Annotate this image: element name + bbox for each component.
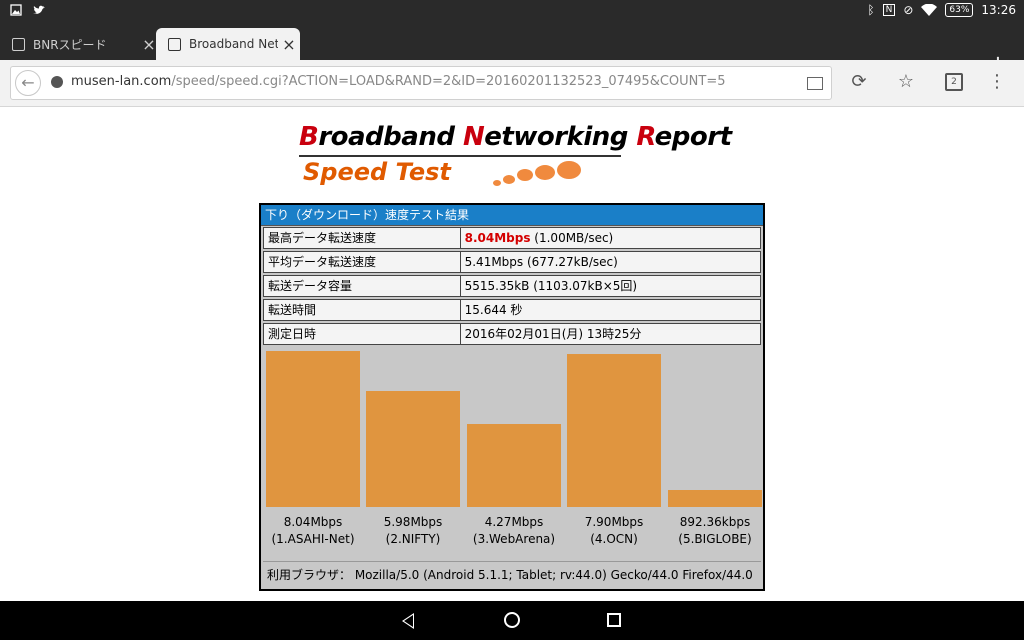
- web-page: Broadband Networking Report Speed Test 下…: [0, 107, 1024, 601]
- logo-dot: [493, 180, 501, 186]
- result-row: 平均データ転送速度 5.41Mbps (677.27kB/sec): [263, 251, 761, 273]
- bar-category-label: (5.BIGLOBE): [678, 532, 752, 546]
- row-label: 測定日時: [263, 323, 461, 345]
- logo-title: Broadband Networking Report: [299, 122, 732, 152]
- nav-back-icon[interactable]: [402, 613, 414, 629]
- bar-category-label: (1.ASAHI-Net): [271, 532, 355, 546]
- gallery-icon: [10, 4, 22, 16]
- tab-favicon: [168, 37, 181, 51]
- bar-value-label: 4.27Mbps: [484, 515, 544, 529]
- nav-home-icon[interactable]: [504, 612, 520, 628]
- bar-value-label: 8.04Mbps: [283, 515, 343, 529]
- globe-icon: [51, 76, 63, 88]
- wifi-icon: [921, 4, 938, 16]
- bookmark-star-icon[interactable]: ☆: [894, 70, 918, 94]
- row-label: 転送データ容量: [263, 275, 461, 297]
- back-arrow-icon[interactable]: ←: [15, 70, 41, 96]
- result-row: 転送データ容量 5515.35kB (1103.07kB×5回): [263, 275, 761, 297]
- bar-value-label: 5.98Mbps: [383, 515, 443, 529]
- tab-count-icon[interactable]: 2: [945, 73, 963, 91]
- result-heading: 下り（ダウンロード）速度テスト結果: [261, 205, 763, 226]
- address-bar[interactable]: ← musen-lan.com/speed/speed.cgi?ACTION=L…: [10, 66, 832, 100]
- reload-icon[interactable]: ⟳: [847, 70, 871, 94]
- bluetooth-icon: ᛒ: [867, 3, 875, 17]
- nav-recents-icon[interactable]: [607, 613, 621, 627]
- logo-dot: [503, 175, 515, 184]
- result-row: 転送時間 15.644 秒: [263, 299, 761, 321]
- tab-title: BNRスピード: [33, 37, 107, 52]
- speed-test-result: 下り（ダウンロード）速度テスト結果 最高データ転送速度 8.04Mbps (1.…: [259, 203, 765, 591]
- bar-value-label: 892.36kbps: [679, 515, 751, 529]
- chart-bar: [467, 424, 561, 507]
- row-label: 最高データ転送速度: [263, 227, 461, 249]
- chart-bar: [266, 351, 360, 507]
- result-row: 最高データ転送速度 8.04Mbps (1.00MB/sec): [263, 227, 761, 249]
- row-value: 15.644 秒: [459, 299, 761, 321]
- url-domain: musen-lan.com: [71, 74, 172, 89]
- chart-bar: [366, 391, 460, 507]
- logo-rule: [299, 155, 621, 157]
- twitter-icon: [33, 5, 45, 14]
- row-label: 転送時間: [263, 299, 461, 321]
- clock: 13:26: [981, 3, 1016, 17]
- do-not-disturb-icon: ⊘: [903, 3, 914, 17]
- tab-title: Broadband Netw: [189, 37, 278, 51]
- menu-icon[interactable]: ⋮: [985, 70, 1009, 94]
- logo-dot: [517, 169, 533, 181]
- row-value: 2016年02月01日(月) 13時25分: [459, 323, 761, 345]
- url-path: /speed/speed.cgi?ACTION=LOAD&RAND=2&ID=2…: [171, 74, 726, 89]
- browser-info: 利用ブラウザ： Mozilla/5.0 (Android 5.1.1; Tabl…: [263, 561, 761, 587]
- bar-value-label: 7.90Mbps: [584, 515, 644, 529]
- tab-strip: BNRスピード × Broadband Netw × +: [0, 24, 1024, 76]
- row-label: 平均データ転送速度: [263, 251, 461, 273]
- chart-bar: [567, 354, 661, 507]
- chart-bar: [668, 490, 762, 507]
- site-logo: Broadband Networking Report Speed Test: [299, 122, 732, 186]
- browser-toolbar: ← musen-lan.com/speed/speed.cgi?ACTION=L…: [0, 60, 1024, 107]
- battery-indicator: 63%: [945, 3, 974, 17]
- bar-category-label: (3.WebArena): [472, 532, 556, 546]
- max-speed-value: 8.04Mbps: [464, 231, 531, 245]
- bar-category-label: (4.OCN): [590, 532, 638, 546]
- android-nav-bar: [0, 601, 1024, 640]
- url-text[interactable]: musen-lan.com/speed/speed.cgi?ACTION=LOA…: [71, 74, 725, 89]
- bar-category-label: (2.NIFTY): [385, 532, 441, 546]
- reader-view-icon[interactable]: [807, 77, 823, 90]
- tab-broadband-networking[interactable]: Broadband Netw ×: [156, 28, 300, 60]
- logo-dot: [535, 165, 555, 180]
- result-row: 測定日時 2016年02月01日(月) 13時25分: [263, 323, 761, 345]
- row-value: 5515.35kB (1103.07kB×5回): [459, 275, 761, 297]
- logo-dot: [557, 161, 581, 179]
- status-bar: ᛒ N ⊘ 63% 13:26: [0, 0, 1024, 24]
- speed-bar-chart: 8.04Mbps (1.ASAHI-Net) 5.98Mbps (2.NIFTY) 4.…: [263, 349, 762, 561]
- tab-favicon: [12, 37, 25, 51]
- logo-subtitle: Speed Test: [303, 158, 451, 186]
- nfc-icon: N: [882, 4, 896, 16]
- row-value: 8.04Mbps (1.00MB/sec): [459, 227, 761, 249]
- tab-bnr-speed[interactable]: BNRスピード ×: [0, 28, 160, 60]
- close-tab-icon[interactable]: ×: [278, 35, 300, 54]
- row-value: 5.41Mbps (677.27kB/sec): [459, 251, 761, 273]
